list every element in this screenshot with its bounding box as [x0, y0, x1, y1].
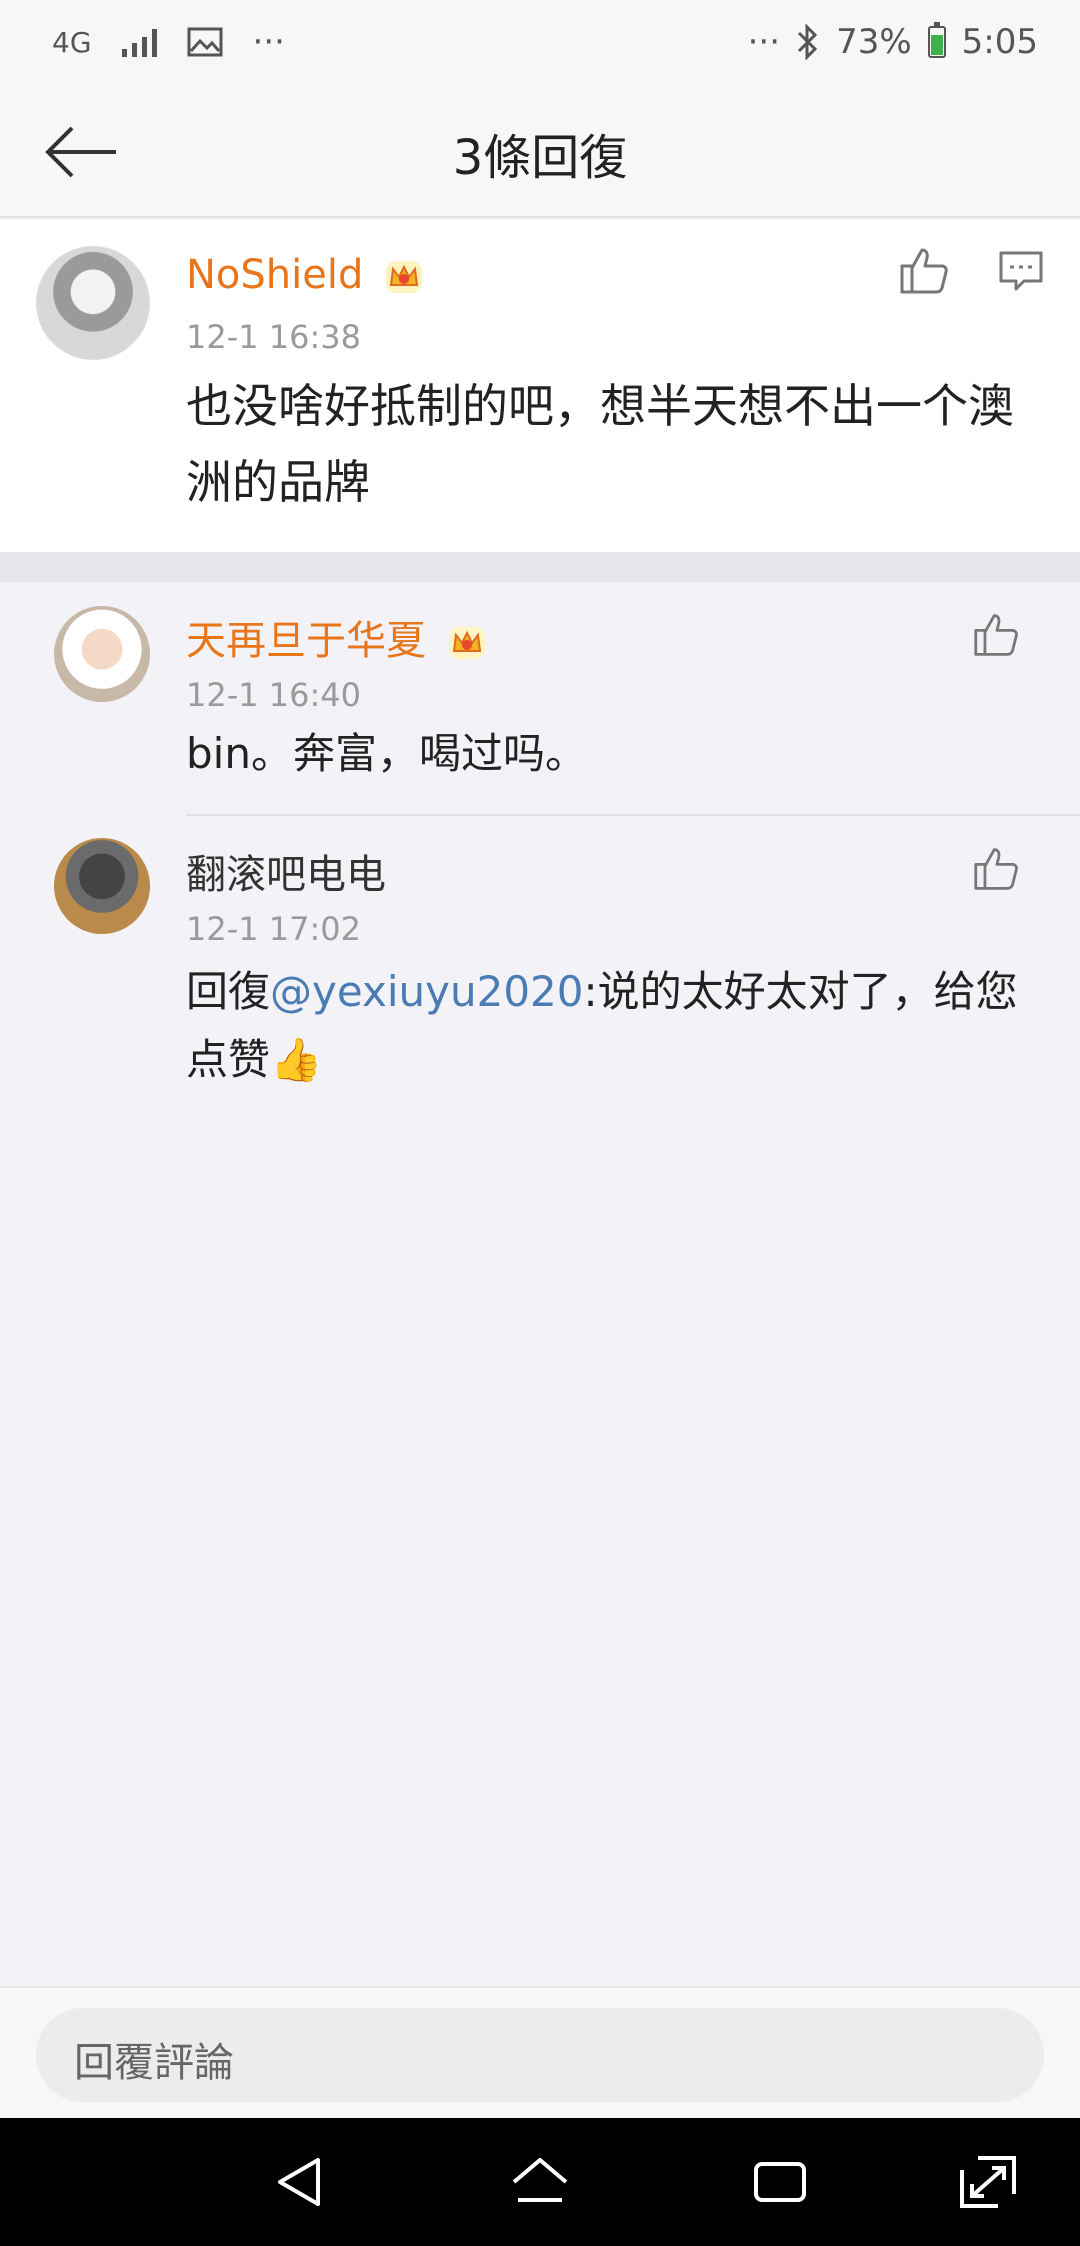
comment-time: 12-1 16:38	[186, 318, 362, 356]
username[interactable]: 翻滚吧电电	[186, 852, 386, 898]
like-icon[interactable]	[972, 846, 1020, 892]
comment-time: 12-1 16:40	[186, 676, 362, 714]
avatar[interactable]	[36, 246, 150, 360]
comment-author[interactable]: 翻滚吧电电	[186, 842, 386, 900]
comment-time: 12-1 17:02	[186, 910, 362, 948]
crown-icon	[386, 261, 423, 293]
bluetooth-icon	[798, 24, 818, 60]
network-type: 4G	[52, 25, 92, 59]
comment-icon[interactable]	[998, 250, 1044, 292]
username[interactable]: 天再旦于华夏	[186, 618, 426, 664]
nav-home-icon[interactable]	[508, 2152, 572, 2212]
like-icon[interactable]	[972, 612, 1020, 658]
clock: 5:05	[961, 22, 1038, 62]
system-nav-bar	[0, 2118, 1080, 2246]
comment-text: 也没啥好抵制的吧，想半天想不出一个澳洲的品牌	[186, 379, 1014, 509]
status-left: 4G ···	[52, 22, 285, 62]
status-bar: 4G ··· ··· 73% 5:05	[0, 0, 1080, 90]
reply-input[interactable]: 回覆評論	[36, 2008, 1044, 2102]
battery-percent: 73%	[836, 22, 912, 62]
avatar[interactable]	[54, 838, 150, 934]
comment-author[interactable]: NoShield	[186, 252, 424, 298]
comment-text: 回復@yexiuyu2020:说的太好太对了，给您点赞👍	[186, 958, 1026, 1094]
comment-text: bin。奔富，喝过吗。	[186, 729, 587, 778]
battery-icon	[927, 22, 946, 58]
username[interactable]: NoShield	[186, 252, 363, 298]
reply-input-placeholder: 回覆評論	[74, 2040, 234, 2086]
status-right: ··· 73% 5:05	[748, 22, 1038, 62]
more-status: ···	[747, 22, 781, 62]
root-comment: NoShield 12-1 16:38 也没啥好抵制的吧，想半天想不出一个澳洲的…	[0, 220, 1080, 552]
more-notifications: ···	[252, 22, 285, 62]
nav-expand-icon[interactable]	[956, 2152, 1020, 2212]
section-divider	[0, 552, 1080, 582]
mention-link[interactable]: @yexiuyu2020	[270, 967, 583, 1016]
crown-icon	[448, 627, 485, 659]
avatar[interactable]	[54, 606, 150, 702]
header-bar: 3條回復	[0, 90, 1080, 218]
reply-list: 天再旦于华夏 12-1 16:40 bin。奔富，喝过吗。 翻滚吧电电 12-1…	[0, 582, 1080, 1986]
comment-author[interactable]: 天再旦于华夏	[186, 608, 487, 666]
image-icon	[187, 27, 223, 57]
nav-recents-icon[interactable]	[748, 2152, 812, 2212]
divider	[186, 814, 1080, 816]
reply-prefix: 回復	[186, 967, 271, 1016]
page-title: 3條回復	[452, 130, 628, 186]
reply-input-bar: 回覆評論	[0, 1986, 1080, 2118]
like-icon[interactable]	[898, 246, 950, 296]
nav-back-icon[interactable]	[270, 2152, 334, 2212]
signal-icon	[121, 27, 157, 57]
